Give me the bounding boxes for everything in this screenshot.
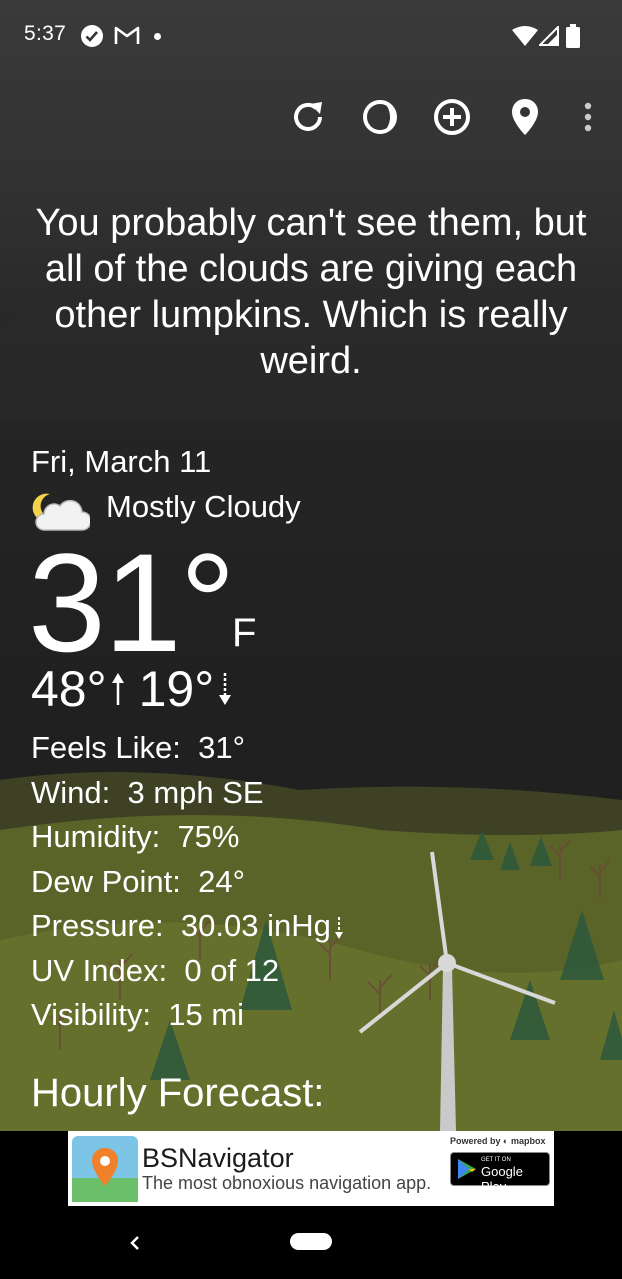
- detail-label: Pressure:: [31, 908, 164, 943]
- battery-icon: [566, 24, 580, 48]
- detail-value: 3 mph SE: [127, 774, 264, 810]
- navigator-app-icon: [72, 1136, 138, 1202]
- forecast-date: Fri, March 11: [31, 444, 212, 479]
- detail-label: Feels Like:: [31, 730, 181, 765]
- hourly-forecast-heading: Hourly Forecast:: [31, 1071, 325, 1115]
- store-big-text: Google Play: [481, 1164, 523, 1194]
- add-icon: [434, 99, 470, 135]
- gmail-icon: [114, 26, 140, 44]
- detail-value: 75%: [177, 819, 240, 854]
- low-temperature: 19°: [138, 661, 215, 717]
- ad-app-name: BSNavigator: [142, 1143, 294, 1173]
- add-location-button[interactable]: [429, 94, 475, 140]
- play-store-icon: [458, 1159, 476, 1179]
- refresh-button[interactable]: [285, 94, 331, 140]
- signal-icon: [539, 26, 559, 46]
- high-low: 48° 19°: [31, 660, 246, 718]
- temperature-unit: F: [232, 611, 257, 655]
- arrow-up-icon: [111, 673, 124, 705]
- pressure-falling-icon: [334, 917, 343, 939]
- detail-value: 31°: [198, 730, 246, 765]
- detail-label: Humidity:: [31, 819, 161, 854]
- store-small-text: GET IT ON: [481, 1157, 511, 1163]
- powered-by-text: Powered by: [450, 1136, 501, 1146]
- high-temperature: 48°: [31, 661, 107, 717]
- check-circle-icon: [81, 25, 103, 47]
- home-button[interactable]: [290, 1233, 332, 1250]
- arrow-down-icon: [219, 673, 232, 705]
- detail-value: 24°: [198, 863, 246, 899]
- location-button[interactable]: [502, 94, 548, 140]
- detail-label: UV Index:: [31, 952, 168, 988]
- detail-pressure: Pressure: 30.03 inHg: [31, 904, 344, 949]
- current-temperature: 31°: [28, 524, 236, 681]
- detail-value: 0 of 12: [184, 952, 280, 988]
- detail-uv-index: UV Index: 0 of 12: [31, 949, 344, 994]
- weather-screen: 5:37 You probably can't see them, but al…: [0, 0, 622, 1279]
- detail-value: 15 mi: [168, 997, 245, 1032]
- ad-powered-by: Powered by ◐ mapbox: [450, 1136, 546, 1146]
- condition-text: Mostly Cloudy: [106, 489, 301, 524]
- refresh-icon: [294, 102, 322, 131]
- weather-details: Feels Like: 31° Wind: 3 mph SE Humidity:…: [31, 726, 344, 1038]
- detail-label: Wind:: [31, 774, 111, 810]
- overflow-menu-button[interactable]: [566, 94, 610, 140]
- mapbox-logo: ◐: [503, 1136, 509, 1146]
- dot-icon: [154, 33, 161, 40]
- status-time: 5:37: [24, 22, 67, 45]
- theme-button[interactable]: [357, 94, 403, 140]
- weather-quote: You probably can't see them, but all of …: [35, 202, 587, 382]
- wifi-icon: [512, 26, 538, 46]
- more-vert-icon: [584, 102, 592, 132]
- mapbox-text: mapbox: [510, 1136, 546, 1146]
- detail-feels-like: Feels Like: 31°: [31, 726, 344, 771]
- theme-icon: [363, 100, 397, 134]
- location-pin-icon: [512, 99, 538, 135]
- detail-value: 30.03 inHg: [180, 908, 331, 943]
- ad-tagline: The most obnoxious navigation app.: [142, 1173, 432, 1193]
- status-bar: 5:37: [0, 0, 622, 72]
- detail-dew-point: Dew Point: 24°: [31, 860, 344, 905]
- detail-wind: Wind: 3 mph SE: [31, 771, 344, 816]
- detail-label: Visibility:: [31, 997, 152, 1032]
- detail-humidity: Humidity: 75%: [31, 815, 344, 860]
- detail-label: Dew Point:: [31, 863, 181, 899]
- back-icon[interactable]: [124, 1228, 144, 1258]
- ad-banner[interactable]: BSNavigator The most obnoxious navigatio…: [68, 1131, 554, 1206]
- google-play-badge[interactable]: GET IT ON Google Play: [450, 1152, 550, 1194]
- detail-visibility: Visibility: 15 mi: [31, 993, 344, 1038]
